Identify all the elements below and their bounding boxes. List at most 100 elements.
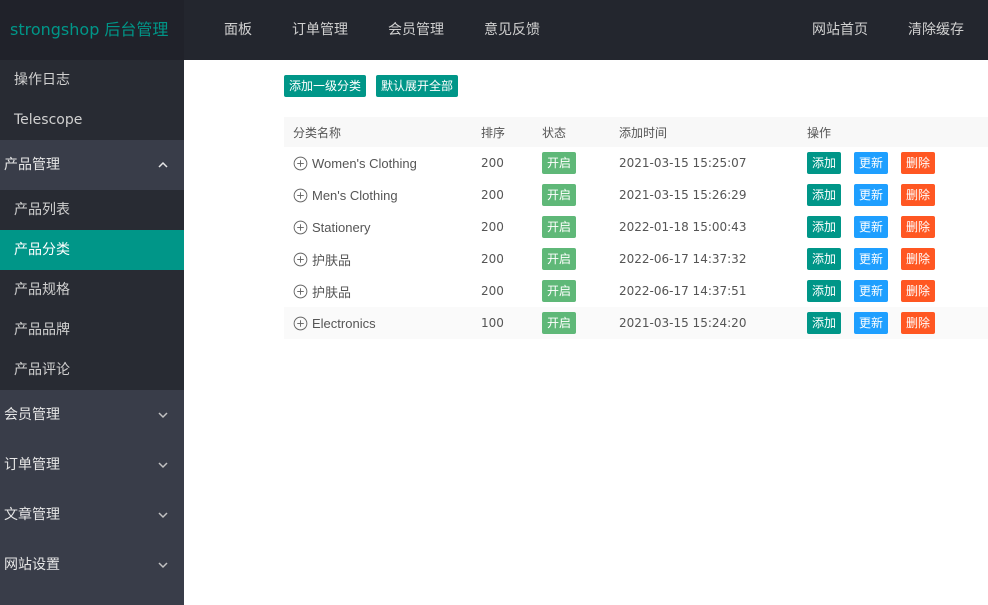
sort-value: 100 bbox=[481, 316, 504, 330]
add-subcategory-button[interactable]: 添加 bbox=[807, 152, 842, 174]
delete-button[interactable]: 删除 bbox=[901, 216, 936, 238]
update-button[interactable]: 更新 bbox=[854, 248, 889, 270]
update-button[interactable]: 更新 bbox=[854, 312, 889, 334]
sidebar-item-product-list[interactable]: 产品列表 bbox=[0, 190, 184, 230]
delete-button[interactable]: 删除 bbox=[901, 312, 936, 334]
column-header-actions: 操作 bbox=[807, 125, 832, 140]
sidebar: 操作日志 Telescope 产品管理 产品列表 产品分类 产品规格 产品品牌 … bbox=[0, 60, 184, 605]
add-top-category-button[interactable]: 添加一级分类 bbox=[284, 75, 367, 97]
category-name: 护肤品 bbox=[312, 252, 352, 268]
status-badge[interactable]: 开启 bbox=[542, 152, 577, 174]
sidebar-group-label: 产品管理 bbox=[4, 157, 60, 173]
sidebar-group-articles[interactable]: 文章管理 bbox=[0, 490, 184, 540]
expand-plus-icon[interactable] bbox=[293, 156, 308, 171]
category-name-cell: Men's Clothing bbox=[284, 188, 472, 203]
created-time: 2022-06-17 14:37:51 bbox=[619, 284, 747, 298]
created-time: 2021-03-15 15:24:20 bbox=[619, 316, 747, 330]
nav-feedback[interactable]: 意见反馈 bbox=[464, 0, 560, 60]
status-cell: 开启 bbox=[533, 312, 610, 334]
table-body: Women's Clothing 200 开启 2021-03-15 15:25… bbox=[284, 147, 988, 339]
sidebar-item-telescope[interactable]: Telescope bbox=[0, 100, 184, 140]
chevron-down-icon bbox=[156, 490, 170, 540]
actions-cell: 添加 更新 删除 bbox=[791, 184, 988, 206]
chevron-down-icon bbox=[156, 440, 170, 490]
category-name-cell: Electronics bbox=[284, 316, 472, 331]
update-button[interactable]: 更新 bbox=[854, 152, 889, 174]
actions-cell: 添加 更新 删除 bbox=[791, 216, 988, 238]
nav-clear-cache[interactable]: 清除缓存 bbox=[888, 0, 984, 60]
add-subcategory-button[interactable]: 添加 bbox=[807, 312, 842, 334]
sidebar-item-product-spec[interactable]: 产品规格 bbox=[0, 270, 184, 310]
category-name: 护肤品 bbox=[312, 284, 352, 300]
status-badge[interactable]: 开启 bbox=[542, 280, 577, 302]
delete-button[interactable]: 删除 bbox=[901, 184, 936, 206]
actions-cell: 添加 更新 删除 bbox=[791, 312, 988, 334]
sidebar-item-product-review[interactable]: 产品评论 bbox=[0, 350, 184, 390]
nav-orders[interactable]: 订单管理 bbox=[272, 0, 368, 60]
update-button[interactable]: 更新 bbox=[854, 216, 889, 238]
toolbar: 添加一级分类 默认展开全部 bbox=[284, 75, 459, 97]
top-header: strongshop 后台管理 面板 订单管理 会员管理 意见反馈 网站首页 清… bbox=[0, 0, 988, 60]
expand-plus-icon[interactable] bbox=[293, 284, 308, 299]
delete-button[interactable]: 删除 bbox=[901, 152, 936, 174]
sidebar-item-product-category[interactable]: 产品分类 bbox=[0, 230, 184, 270]
table-row: 护肤品 200 开启 2022-06-17 14:37:51 添加 更新 删除 bbox=[284, 275, 988, 307]
expand-plus-icon[interactable] bbox=[293, 252, 308, 267]
table-row: Stationery 200 开启 2022-01-18 15:00:43 添加… bbox=[284, 211, 988, 243]
expand-plus-icon[interactable] bbox=[293, 188, 308, 203]
delete-button[interactable]: 删除 bbox=[901, 248, 936, 270]
update-button[interactable]: 更新 bbox=[854, 280, 889, 302]
status-badge[interactable]: 开启 bbox=[542, 312, 577, 334]
status-badge[interactable]: 开启 bbox=[542, 184, 577, 206]
sidebar-item-operation-log[interactable]: 操作日志 bbox=[0, 60, 184, 100]
actions-cell: 添加 更新 删除 bbox=[791, 280, 988, 302]
category-name: Men's Clothing bbox=[312, 187, 398, 203]
status-cell: 开启 bbox=[533, 216, 610, 238]
delete-button[interactable]: 删除 bbox=[901, 280, 936, 302]
created-time: 2022-06-17 14:37:32 bbox=[619, 252, 747, 266]
sort-value: 200 bbox=[481, 252, 504, 266]
sidebar-group-label: 会员管理 bbox=[4, 407, 60, 423]
nav-site-home[interactable]: 网站首页 bbox=[792, 0, 888, 60]
table-row: Men's Clothing 200 开启 2021-03-15 15:26:2… bbox=[284, 179, 988, 211]
created-time: 2021-03-15 15:25:07 bbox=[619, 156, 747, 170]
sidebar-group-site-settings[interactable]: 网站设置 bbox=[0, 540, 184, 590]
sidebar-products-submenu: 产品列表 产品分类 产品规格 产品品牌 产品评论 bbox=[0, 190, 184, 390]
add-subcategory-button[interactable]: 添加 bbox=[807, 184, 842, 206]
column-header-name: 分类名称 bbox=[293, 125, 342, 140]
main-content: 添加一级分类 默认展开全部 分类名称 排序 状态 添加时间 操作 Women's… bbox=[184, 60, 988, 605]
app-logo[interactable]: strongshop 后台管理 bbox=[0, 0, 184, 60]
sidebar-top-list: 操作日志 Telescope bbox=[0, 60, 184, 140]
add-subcategory-button[interactable]: 添加 bbox=[807, 248, 842, 270]
category-name-cell: 护肤品 bbox=[284, 282, 472, 301]
top-nav-right: 网站首页 清除缓存 bbox=[792, 0, 984, 60]
sidebar-group-members[interactable]: 会员管理 bbox=[0, 390, 184, 440]
expand-plus-icon[interactable] bbox=[293, 316, 308, 331]
sidebar-item-product-brand[interactable]: 产品品牌 bbox=[0, 310, 184, 350]
status-cell: 开启 bbox=[533, 184, 610, 206]
status-badge[interactable]: 开启 bbox=[542, 248, 577, 270]
nav-dashboard[interactable]: 面板 bbox=[204, 0, 272, 60]
actions-cell: 添加 更新 删除 bbox=[791, 152, 988, 174]
category-name-cell: Stationery bbox=[284, 220, 472, 235]
expand-all-button[interactable]: 默认展开全部 bbox=[376, 75, 459, 97]
top-nav: 面板 订单管理 会员管理 意见反馈 bbox=[204, 0, 560, 60]
sidebar-group-products[interactable]: 产品管理 bbox=[0, 140, 184, 190]
sort-value: 200 bbox=[481, 188, 504, 202]
actions-cell: 添加 更新 删除 bbox=[791, 248, 988, 270]
nav-members[interactable]: 会员管理 bbox=[368, 0, 464, 60]
expand-plus-icon[interactable] bbox=[293, 220, 308, 235]
column-header-sort: 排序 bbox=[481, 125, 506, 140]
status-badge[interactable]: 开启 bbox=[542, 216, 577, 238]
sidebar-group-label: 文章管理 bbox=[4, 507, 60, 523]
add-subcategory-button[interactable]: 添加 bbox=[807, 280, 842, 302]
sort-value: 200 bbox=[481, 156, 504, 170]
chevron-up-icon bbox=[156, 140, 170, 190]
column-header-created: 添加时间 bbox=[619, 125, 668, 140]
table-row: Electronics 100 开启 2021-03-15 15:24:20 添… bbox=[284, 307, 988, 339]
update-button[interactable]: 更新 bbox=[854, 184, 889, 206]
category-name-cell: 护肤品 bbox=[284, 250, 472, 269]
add-subcategory-button[interactable]: 添加 bbox=[807, 216, 842, 238]
sidebar-group-orders[interactable]: 订单管理 bbox=[0, 440, 184, 490]
sidebar-group-label: 网站设置 bbox=[4, 557, 60, 573]
